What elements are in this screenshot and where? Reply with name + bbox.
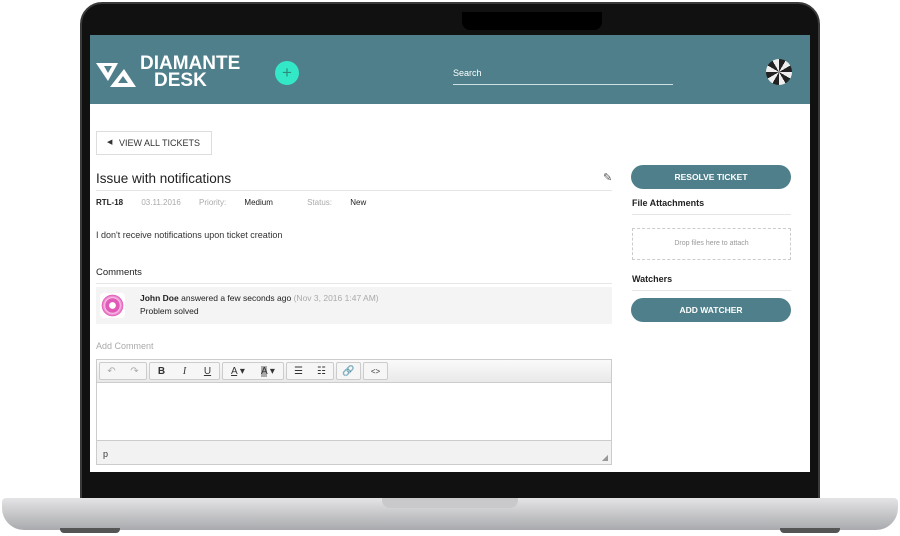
comment-author: John Doe (140, 293, 179, 303)
italic-icon[interactable]: I (173, 363, 196, 380)
background-color-icon[interactable]: A ▾ (253, 363, 283, 380)
file-drop-zone[interactable]: Drop files here to attach (632, 228, 791, 260)
editor-body[interactable] (97, 383, 611, 441)
ticket-priority: Medium (244, 198, 273, 207)
ticket-status: New (350, 198, 367, 207)
link-icon[interactable]: 🔗 (337, 363, 360, 380)
app-header: DIAMANTE DESK + Search (90, 35, 810, 104)
diamond-logo-icon (96, 63, 136, 87)
numbered-list-icon[interactable]: ☷ (310, 363, 333, 380)
laptop-base (2, 498, 898, 530)
resize-handle-icon[interactable]: ◢ (602, 453, 608, 462)
comment-item: John Doe answered a few seconds ago (Nov… (96, 287, 612, 324)
editor-toolbar: ↶ ↷ BIU A ▾ A ▾ ☰ ☷ 🔗 <> (97, 360, 611, 383)
ticket-meta: RTL-18 03.11.2016 Priority: Medium Statu… (96, 198, 367, 207)
underline-icon[interactable]: U (196, 363, 219, 380)
ticket-description: I don't receive notifications upon ticke… (96, 230, 283, 240)
file-attachments-heading: File Attachments (632, 198, 705, 208)
add-comment-label: Add Comment (96, 341, 154, 351)
commenter-avatar (100, 293, 125, 318)
logo-text: DIAMANTE DESK (140, 53, 241, 91)
ticket-title: Issue with notifications (96, 171, 232, 186)
comment-text: Problem solved (140, 306, 199, 316)
comments-heading: Comments (96, 267, 142, 278)
undo-icon[interactable]: ↶ (100, 363, 123, 380)
create-ticket-button[interactable]: + (275, 61, 299, 85)
text-color-icon[interactable]: A ▾ (223, 363, 253, 380)
comment-editor: ↶ ↷ BIU A ▾ A ▾ ☰ ☷ 🔗 <> p ◢ (96, 359, 612, 465)
code-icon[interactable]: <> (364, 363, 387, 380)
edit-pencil-icon[interactable]: ✎ (603, 171, 612, 184)
search-input[interactable]: Search (453, 66, 673, 85)
bullet-list-icon[interactable]: ☰ (287, 363, 310, 380)
user-avatar[interactable] (766, 59, 792, 85)
editor-statusbar: p ◢ (97, 440, 611, 464)
app-screen: DIAMANTE DESK + Search ◀ VIEW ALL TICKETS … (90, 35, 810, 472)
ticket-date: 03.11.2016 (141, 198, 181, 207)
camera-notch (462, 12, 602, 30)
caret-left-icon: ◀ (107, 139, 113, 146)
add-watcher-button[interactable]: ADD WATCHER (631, 298, 791, 322)
ticket-key: RTL-18 (96, 198, 124, 207)
view-all-tickets-button[interactable]: ◀ VIEW ALL TICKETS (96, 131, 212, 155)
watchers-heading: Watchers (632, 274, 673, 284)
comment-timestamp: (Nov 3, 2016 1:47 AM) (293, 293, 379, 303)
bold-icon[interactable]: B (150, 363, 173, 380)
redo-icon[interactable]: ↷ (123, 363, 146, 380)
resolve-ticket-button[interactable]: RESOLVE TICKET (631, 165, 791, 189)
